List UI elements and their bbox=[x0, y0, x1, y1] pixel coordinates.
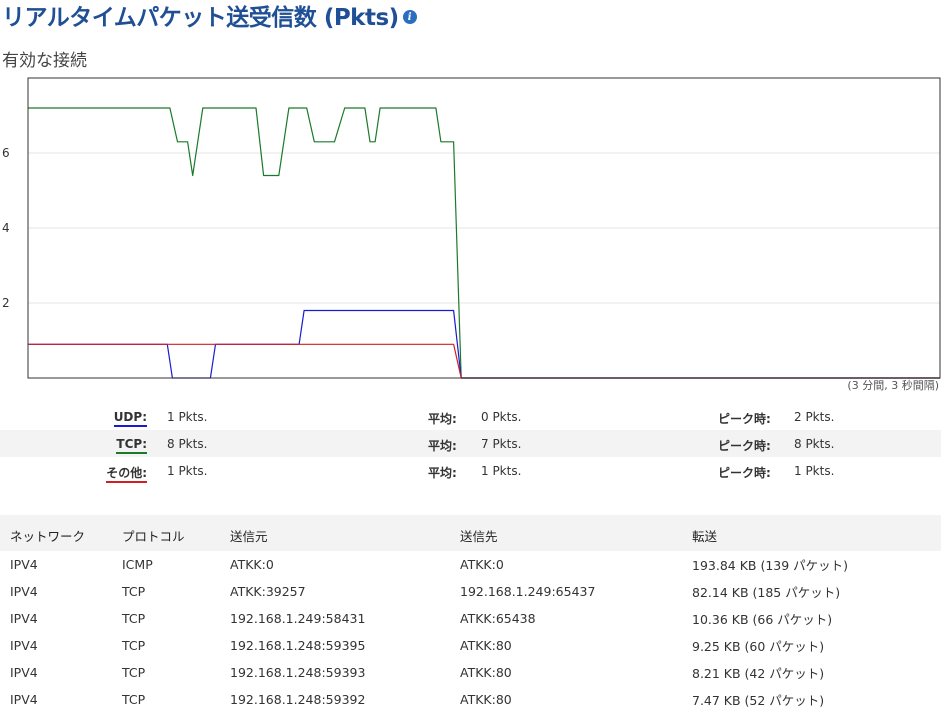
other-avg: 1 Pkts. bbox=[481, 464, 522, 478]
connections-table: ネットワーク プロトコル 送信元 送信先 転送 IPV4 ICMP ATKK:0… bbox=[0, 515, 941, 708]
y-tick-label: 6 bbox=[2, 146, 10, 160]
cell-protocol: TCP bbox=[122, 692, 146, 707]
other-legend-label: その他: bbox=[106, 466, 147, 483]
udp-peak: 2 Pkts. bbox=[794, 410, 835, 424]
cell-destination: ATKK:80 bbox=[460, 665, 512, 680]
packet-rate-chart: 2 4 6 bbox=[2, 77, 941, 379]
table-row: IPV4 ICMP ATKK:0 ATKK:0 193.84 KB (139 パ… bbox=[0, 551, 941, 578]
column-header-destination[interactable]: 送信先 bbox=[460, 515, 692, 551]
udp-legend-label: UDP: bbox=[113, 410, 147, 427]
cell-transfer: 193.84 KB (139 パケット) bbox=[692, 558, 849, 573]
cell-protocol: TCP bbox=[122, 638, 146, 653]
udp-current: 1 Pkts. bbox=[167, 410, 208, 424]
udp-peak-label: ピーク時: bbox=[718, 412, 771, 426]
section-subtitle: 有効な接続 bbox=[2, 51, 87, 71]
cell-source: 192.168.1.248:59393 bbox=[230, 665, 366, 680]
tcp-peak-label: ピーク時: bbox=[718, 439, 771, 453]
cell-destination: ATKK:0 bbox=[460, 557, 504, 572]
udp-avg-label: 平均: bbox=[428, 412, 457, 426]
table-row: IPV4 TCP ATKK:39257 192.168.1.249:65437 … bbox=[0, 578, 941, 605]
cell-transfer: 82.14 KB (185 パケット) bbox=[692, 585, 841, 600]
cell-destination: ATKK:80 bbox=[460, 638, 512, 653]
tcp-avg: 7 Pkts. bbox=[481, 437, 522, 451]
cell-destination: 192.168.1.249:65437 bbox=[460, 584, 596, 599]
info-icon[interactable]: i bbox=[402, 10, 417, 24]
other-current: 1 Pkts. bbox=[167, 464, 208, 478]
other-peak-label: ピーク時: bbox=[718, 466, 771, 480]
tcp-current: 8 Pkts. bbox=[167, 437, 208, 451]
cell-destination: ATKK:65438 bbox=[460, 611, 536, 626]
table-header-row: ネットワーク プロトコル 送信元 送信先 転送 bbox=[0, 515, 941, 551]
column-header-transfer[interactable]: 転送 bbox=[692, 515, 941, 551]
cell-network: IPV4 bbox=[10, 638, 38, 653]
table-row: IPV4 TCP 192.168.1.249:58431 ATKK:65438 … bbox=[0, 605, 941, 632]
cell-network: IPV4 bbox=[10, 611, 38, 626]
cell-source: 192.168.1.249:58431 bbox=[230, 611, 366, 626]
cell-protocol: TCP bbox=[122, 665, 146, 680]
cell-transfer: 7.47 KB (52 パケット) bbox=[692, 693, 825, 708]
y-tick-label: 2 bbox=[2, 296, 10, 310]
cell-protocol: TCP bbox=[122, 584, 146, 599]
cell-source: 192.168.1.248:59395 bbox=[230, 638, 366, 653]
page-title: リアルタイムパケット送受信数 (Pkts) bbox=[2, 5, 399, 31]
column-header-network[interactable]: ネットワーク bbox=[0, 515, 122, 551]
other-avg-label: 平均: bbox=[428, 466, 457, 480]
udp-avg: 0 Pkts. bbox=[481, 410, 522, 424]
cell-network: IPV4 bbox=[10, 557, 38, 572]
cell-protocol: TCP bbox=[122, 611, 146, 626]
cell-source: ATKK:39257 bbox=[230, 584, 306, 599]
page-title-bar: リアルタイムパケット送受信数 (Pkts) i bbox=[2, 0, 417, 31]
stat-row-udp: UDP: 1 Pkts. 平均: 0 Pkts. ピーク時: 2 Pkts. bbox=[0, 403, 941, 430]
cell-destination: ATKK:80 bbox=[460, 692, 512, 707]
protocol-stats: UDP: 1 Pkts. 平均: 0 Pkts. ピーク時: 2 Pkts. T… bbox=[0, 403, 941, 484]
tcp-legend-label: TCP: bbox=[116, 437, 147, 454]
y-tick-label: 4 bbox=[2, 221, 10, 235]
cell-transfer: 8.21 KB (42 パケット) bbox=[692, 666, 825, 681]
cell-source: ATKK:0 bbox=[230, 557, 274, 572]
cell-network: IPV4 bbox=[10, 692, 38, 707]
cell-transfer: 9.25 KB (60 パケット) bbox=[692, 639, 825, 654]
stat-row-other: その他: 1 Pkts. 平均: 1 Pkts. ピーク時: 1 Pkts. bbox=[0, 457, 941, 484]
cell-network: IPV4 bbox=[10, 584, 38, 599]
column-header-source[interactable]: 送信元 bbox=[230, 515, 460, 551]
column-header-protocol[interactable]: プロトコル bbox=[122, 515, 230, 551]
table-row: IPV4 TCP 192.168.1.248:59393 ATKK:80 8.2… bbox=[0, 659, 941, 686]
tcp-avg-label: 平均: bbox=[428, 439, 457, 453]
other-peak: 1 Pkts. bbox=[794, 464, 835, 478]
table-row: IPV4 TCP 192.168.1.248:59395 ATKK:80 9.2… bbox=[0, 632, 941, 659]
chart-duration-label: (3 分間, 3 秒間隔) bbox=[847, 379, 939, 392]
table-row: IPV4 TCP 192.168.1.248:59392 ATKK:80 7.4… bbox=[0, 686, 941, 708]
cell-protocol: ICMP bbox=[122, 557, 153, 572]
cell-source: 192.168.1.248:59392 bbox=[230, 692, 366, 707]
cell-transfer: 10.36 KB (66 パケット) bbox=[692, 612, 833, 627]
cell-network: IPV4 bbox=[10, 665, 38, 680]
tcp-peak: 8 Pkts. bbox=[794, 437, 835, 451]
stat-row-tcp: TCP: 8 Pkts. 平均: 7 Pkts. ピーク時: 8 Pkts. bbox=[0, 430, 941, 457]
